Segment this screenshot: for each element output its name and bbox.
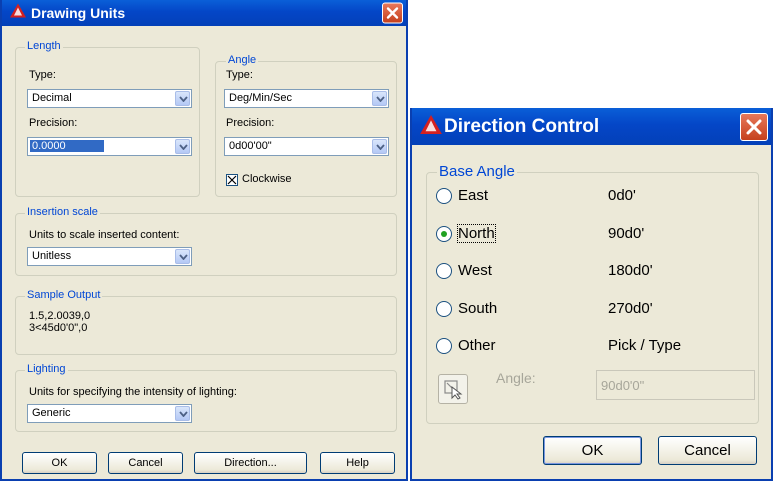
length-precision-select[interactable]: 0.0000 [27, 137, 192, 156]
clockwise-checkbox[interactable] [226, 174, 238, 186]
angle-precision-value: 0d00'00" [229, 140, 272, 152]
direction-cancel-button[interactable]: Cancel [658, 436, 757, 465]
sample-output-legend: Sample Output [25, 289, 103, 301]
direction-ok-label: OK [581, 442, 604, 459]
south-label[interactable]: South [458, 300, 497, 317]
help-button-label: Help [346, 457, 369, 469]
other-angle-value: Pick / Type [608, 337, 682, 354]
close-icon [746, 119, 762, 134]
radio-selected-dot [441, 231, 447, 237]
insertion-scale-legend: Insertion scale [25, 206, 100, 218]
angle-precision-select[interactable]: 0d00'00" [224, 137, 389, 156]
dropdown-arrow-icon[interactable] [175, 139, 190, 154]
angle-input: 90d0'0" [596, 370, 755, 400]
north-radio[interactable] [436, 226, 452, 242]
sample-output-line-1: 1.5,2.0039,0 [29, 310, 91, 322]
dropdown-arrow-icon[interactable] [372, 139, 387, 154]
angle-type-value: Deg/Min/Sec [229, 92, 292, 104]
length-type-value: Decimal [32, 92, 72, 104]
length-legend: Length [25, 40, 63, 52]
lighting-label: Units for specifying the intensity of li… [29, 386, 237, 398]
direction-control-dialog: Direction Control Base Angle East 0d0' N… [410, 108, 773, 481]
sample-output-line-2: 3<45d0'0",0 [29, 322, 88, 334]
direction-ok-button[interactable]: OK [543, 436, 642, 465]
direction-button-label: Direction... [224, 457, 277, 469]
cancel-button[interactable]: Cancel [108, 452, 183, 474]
other-radio[interactable] [436, 338, 452, 354]
west-radio[interactable] [436, 263, 452, 279]
west-angle-value: 180d0' [608, 262, 653, 279]
length-precision-value: 0.0000 [30, 140, 104, 152]
angle-input-value: 90d0'0" [601, 378, 645, 393]
direction-button[interactable]: Direction... [194, 452, 307, 474]
length-type-label: Type: [29, 69, 56, 81]
north-angle-value: 90d0' [608, 225, 645, 242]
dropdown-arrow-icon[interactable] [175, 406, 190, 421]
check-mark-icon [227, 175, 237, 185]
lighting-legend: Lighting [25, 363, 68, 375]
angle-precision-label: Precision: [226, 117, 275, 129]
ok-button[interactable]: OK [22, 452, 97, 474]
dropdown-arrow-icon[interactable] [175, 91, 190, 106]
drawing-units-titlebar: Drawing Units [2, 0, 406, 26]
north-label[interactable]: North [457, 224, 496, 243]
angle-legend: Angle [226, 54, 259, 66]
close-button[interactable] [740, 112, 768, 141]
angle-field-label: Angle: [496, 370, 536, 386]
help-button[interactable]: Help [320, 452, 395, 474]
pick-angle-button [438, 374, 468, 404]
south-radio[interactable] [436, 301, 452, 317]
autocad-icon [420, 114, 442, 139]
direction-cancel-label: Cancel [684, 442, 731, 459]
dropdown-arrow-icon[interactable] [372, 91, 387, 106]
direction-control-titlebar: Direction Control [412, 108, 771, 145]
east-radio[interactable] [436, 188, 452, 204]
lighting-units-select[interactable]: Generic [27, 404, 192, 423]
angle-type-label: Type: [226, 69, 253, 81]
dropdown-arrow-icon[interactable] [175, 249, 190, 264]
cancel-button-label: Cancel [128, 457, 163, 469]
drawing-units-dialog: Drawing Units Length Type: Decimal Preci… [0, 0, 408, 481]
close-icon [386, 7, 399, 19]
insertion-scale-select[interactable]: Unitless [27, 247, 192, 266]
ok-button-label: OK [51, 457, 68, 469]
lighting-units-value: Generic [32, 407, 71, 419]
insertion-scale-value: Unitless [32, 250, 72, 262]
pick-point-icon [444, 380, 463, 400]
east-angle-value: 0d0' [608, 187, 636, 204]
base-angle-legend: Base Angle [437, 163, 517, 180]
window-title: Drawing Units [31, 5, 126, 21]
south-angle-value: 270d0' [608, 300, 653, 317]
insertion-scale-group: Insertion scale [15, 206, 397, 276]
other-label[interactable]: Other [458, 337, 496, 354]
window-title: Direction Control [444, 115, 600, 137]
west-label[interactable]: West [458, 262, 492, 279]
angle-type-select[interactable]: Deg/Min/Sec [224, 89, 389, 108]
length-type-select[interactable]: Decimal [27, 89, 192, 108]
clockwise-label[interactable]: Clockwise [242, 173, 292, 185]
length-precision-label: Precision: [29, 117, 78, 129]
east-label[interactable]: East [458, 187, 488, 204]
insertion-scale-label: Units to scale inserted content: [29, 229, 180, 241]
autocad-icon [10, 3, 26, 23]
close-button[interactable] [382, 2, 403, 24]
